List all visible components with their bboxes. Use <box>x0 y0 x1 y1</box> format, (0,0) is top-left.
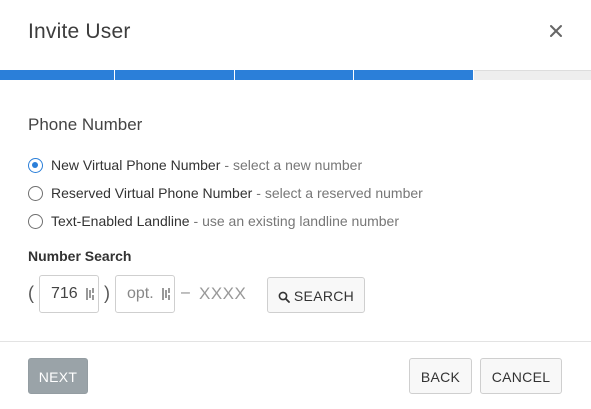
radio-button[interactable] <box>28 157 43 173</box>
progress-step-3 <box>235 70 354 80</box>
radio-option-landline[interactable]: Text-Enabled Landline - use an existing … <box>28 213 399 229</box>
radio-button[interactable] <box>28 213 43 229</box>
dialog-title: Invite User <box>28 20 131 43</box>
cancel-button[interactable]: CANCEL <box>480 358 562 394</box>
search-icon <box>278 291 290 303</box>
search-button-label: SEARCH <box>293 288 355 304</box>
search-button[interactable]: SEARCH <box>267 277 365 313</box>
progress-step-1 <box>0 70 115 80</box>
radio-description: - use an existing landline number <box>193 213 400 229</box>
cancel-button-label: CANCEL <box>491 369 551 385</box>
open-paren: ( <box>28 283 34 303</box>
number-dash: – <box>181 284 190 301</box>
radio-label: Reserved Virtual Phone Number <box>51 185 253 201</box>
close-icon[interactable] <box>545 20 567 42</box>
progress-step-5 <box>474 70 591 80</box>
back-button-label: BACK <box>420 369 461 385</box>
radio-description: - select a new number <box>224 157 363 173</box>
password-manager-key-icon[interactable] <box>162 287 174 301</box>
dialog-header: Invite User <box>0 0 591 70</box>
line-number-placeholder: XXXX <box>199 284 247 303</box>
radio-option-reserved-virtual[interactable]: Reserved Virtual Phone Number - select a… <box>28 185 423 201</box>
password-manager-key-icon[interactable] <box>86 287 98 301</box>
next-button[interactable]: NEXT <box>28 358 88 394</box>
step-progress-bar <box>0 70 591 80</box>
progress-step-2 <box>115 70 235 80</box>
radio-option-new-virtual[interactable]: New Virtual Phone Number - select a new … <box>28 157 362 173</box>
phone-number-heading: Phone Number <box>28 115 143 134</box>
number-search-label: Number Search <box>28 248 132 264</box>
close-paren: ) <box>104 283 110 303</box>
progress-step-4 <box>354 70 474 80</box>
footer-divider <box>0 341 591 342</box>
next-button-label: NEXT <box>38 369 78 385</box>
radio-description: - select a reserved number <box>256 185 423 201</box>
radio-button[interactable] <box>28 185 43 201</box>
radio-label: New Virtual Phone Number <box>51 157 221 173</box>
prefix-placeholder: opt. <box>127 285 154 302</box>
back-button[interactable]: BACK <box>409 358 472 394</box>
radio-label: Text-Enabled Landline <box>51 213 190 229</box>
area-code-value: 716 <box>51 285 78 302</box>
